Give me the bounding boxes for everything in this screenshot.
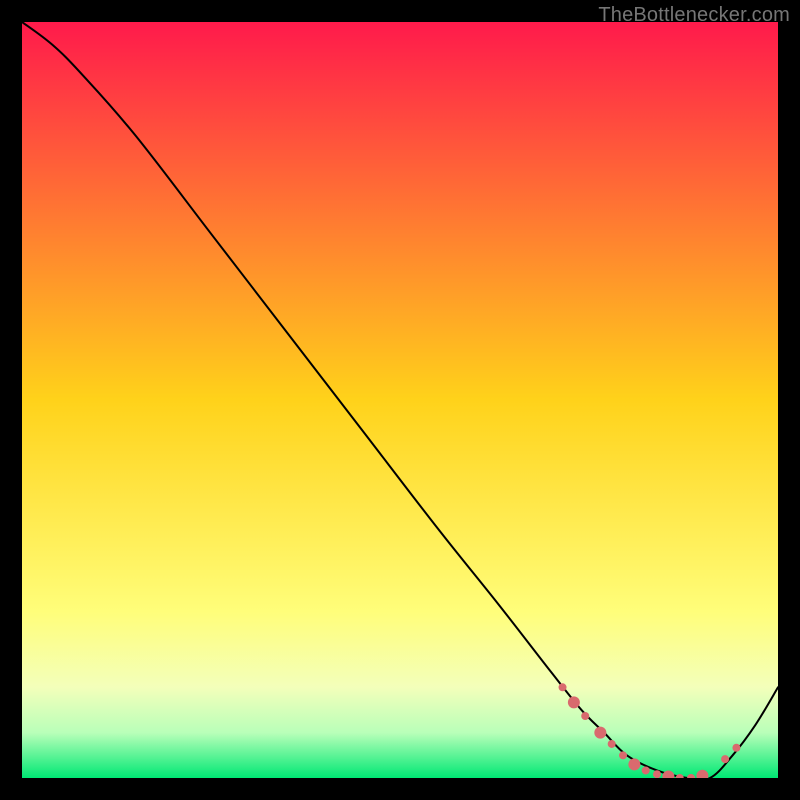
marker-point (568, 696, 580, 708)
marker-point (594, 727, 606, 739)
marker-point (732, 744, 740, 752)
chart-frame: TheBottlenecker.com (0, 0, 800, 800)
marker-point (608, 740, 616, 748)
marker-point (721, 755, 729, 763)
marker-point (559, 683, 567, 691)
chart-svg (22, 22, 778, 778)
marker-point (581, 712, 589, 720)
marker-point (653, 770, 661, 778)
marker-point (619, 751, 627, 759)
marker-point (628, 758, 640, 770)
marker-point (642, 766, 650, 774)
chart-plot-area (22, 22, 778, 778)
